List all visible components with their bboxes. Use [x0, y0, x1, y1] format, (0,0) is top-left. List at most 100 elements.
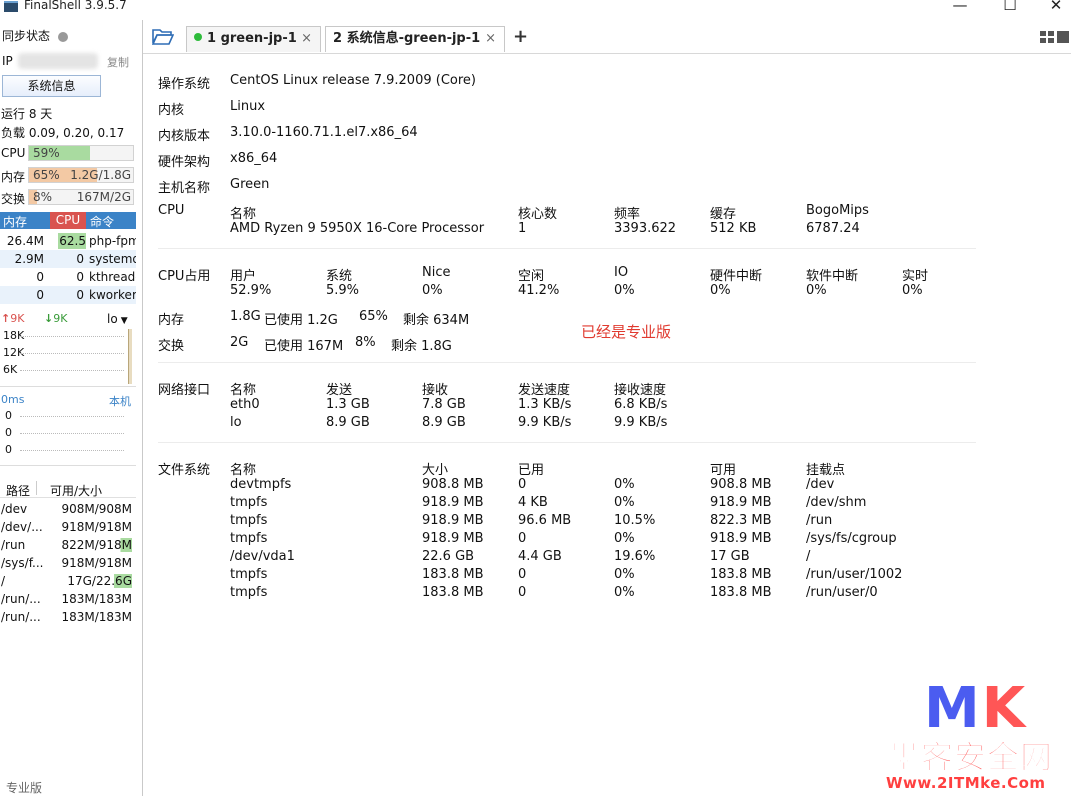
cpu-usage-value: 5.9%: [326, 283, 360, 298]
tab-session-1[interactable]: 1 green-jp-1 ×: [186, 26, 321, 52]
proc-cmd: kworker: [89, 288, 136, 302]
fs-cell: 4.4 GB: [518, 549, 562, 564]
disk-row[interactable]: / 17G/22.6G: [0, 572, 136, 590]
process-row[interactable]: 2.9M 0 systemd: [0, 250, 136, 268]
fs-cell: /run: [806, 513, 833, 528]
disk-col-path[interactable]: 路径: [6, 482, 30, 499]
copy-ip-link[interactable]: 复制: [107, 54, 129, 70]
net-iface-value: lo: [107, 312, 118, 326]
sync-status: 同步状态: [2, 27, 69, 44]
add-tab-button[interactable]: +: [513, 26, 528, 47]
proc-cmd: php-fpm: [89, 234, 136, 248]
disk-path: /run/...: [1, 610, 41, 624]
proc-col-mem[interactable]: 内存: [3, 213, 27, 230]
proc-cpu: 0: [76, 288, 84, 302]
mem-used: 已使用 1.2G: [264, 313, 338, 328]
disk-row[interactable]: /dev 908M/908M: [0, 500, 136, 518]
section-divider: [158, 362, 976, 363]
cpu-usage-value: 0%: [422, 283, 443, 298]
cpu-section-label: CPU: [158, 203, 185, 218]
fs-col-header: 名称: [230, 463, 257, 478]
net-col-header: 接收: [422, 383, 449, 398]
disk-row[interactable]: /run 822M/918M: [0, 536, 136, 554]
fs-cell: tmpfs: [230, 567, 268, 582]
kernel-version-label: 内核版本: [158, 129, 211, 144]
net-col-header: 名称: [230, 383, 257, 398]
net-cell: 8.9 GB: [326, 415, 370, 430]
cpu-usage-header: 实时: [902, 269, 929, 284]
uptime: 运行 8 天: [1, 107, 53, 121]
disk-path: /dev: [1, 502, 28, 516]
latency-value: 0ms: [1, 393, 25, 406]
fs-cell: /dev/vda1: [230, 549, 295, 564]
disk-path: /sys/f...: [1, 556, 44, 570]
fs-cell: 918.9 MB: [710, 531, 772, 546]
grid-line: [20, 450, 124, 451]
swap-meter: 8% 167M/2G: [28, 189, 134, 205]
sync-indicator-icon: [58, 31, 69, 42]
net-col-header: 发送: [326, 383, 353, 398]
sync-label: 同步状态: [2, 29, 51, 43]
process-row[interactable]: 0 0 kworker: [0, 286, 136, 304]
cpu-freq: 3393.622: [614, 221, 677, 236]
cpu-usage-value: 0%: [710, 283, 731, 298]
single-layout-icon[interactable]: [1057, 31, 1069, 43]
fs-cell: 0: [518, 585, 527, 600]
watermark-site-name: 墨客安全网: [887, 738, 1054, 777]
process-row[interactable]: 0 0 kthreadd: [0, 268, 136, 286]
disk-row[interactable]: /run/... 183M/183M: [0, 590, 136, 608]
fs-cell: 0: [518, 567, 527, 582]
grid-line: [20, 433, 124, 434]
folder-open-icon[interactable]: [152, 28, 174, 45]
swap-meter-value: 8%: [33, 190, 53, 204]
proc-col-cpu[interactable]: CPU: [50, 212, 86, 229]
net-down: ↓9K: [44, 312, 67, 325]
cpu-usage-value: 0%: [902, 283, 923, 298]
kernel-version-value: 3.10.0-1160.71.1.el7.x86_64: [230, 125, 418, 140]
os-label: 操作系统: [158, 77, 211, 92]
fs-cell: /run/user/0: [806, 585, 878, 600]
maximize-button[interactable]: ☐: [988, 0, 1032, 14]
app-title: FinalShell 3.9.5.7: [24, 0, 127, 12]
mem-meter-detail: 1.2G/1.8G: [70, 168, 131, 182]
minimize-button[interactable]: —: [938, 0, 982, 14]
arrow-down-icon: ↓: [44, 312, 54, 325]
fs-cell: /sys/fs/cgroup: [806, 531, 897, 546]
latency-tick: 0: [5, 443, 12, 456]
proc-col-cmd[interactable]: 命令: [90, 213, 114, 230]
fs-cell: /run/user/1002: [806, 567, 903, 582]
close-button[interactable]: ✕: [1034, 0, 1071, 14]
fs-cell: 183.8 MB: [710, 585, 772, 600]
net-cell: 1.3 KB/s: [518, 397, 572, 412]
cpu-usage-value: 0%: [806, 283, 827, 298]
fs-cell: 183.8 MB: [422, 585, 484, 600]
disk-row[interactable]: /run/... 183M/183M: [0, 608, 136, 626]
sysinfo-button[interactable]: 系统信息: [2, 75, 101, 97]
cpu-usage-value: 0%: [614, 283, 635, 298]
disk-row[interactable]: /dev/... 918M/918M: [0, 518, 136, 536]
grid-layout-icon[interactable]: [1040, 31, 1054, 43]
grid-line: [20, 416, 124, 417]
fs-cell: 908.8 MB: [710, 477, 772, 492]
process-table-header: 内存 CPU 命令: [0, 212, 136, 229]
disk-row[interactable]: /sys/f... 918M/918M: [0, 554, 136, 572]
cpu-usage-header: Nice: [422, 265, 451, 280]
swap-free: 剩余 1.8G: [391, 339, 452, 354]
fs-cell: 918.9 MB: [710, 495, 772, 510]
disk-col-size[interactable]: 可用/大小: [50, 482, 102, 499]
grid-line: [20, 370, 124, 371]
net-cell: 1.3 GB: [326, 397, 370, 412]
cpu-usage-label: CPU占用: [158, 269, 211, 284]
watermark-url: Www.2ITMke.Com: [886, 774, 1046, 792]
proc-mem: 0: [36, 270, 44, 284]
tab-close-icon[interactable]: ×: [485, 27, 496, 51]
tab-sysinfo[interactable]: 2 系统信息-green-jp-1 ×: [325, 26, 505, 52]
process-row[interactable]: 26.4M 62.5 php-fpm: [0, 232, 136, 250]
disk-size: 183M/183M: [61, 592, 132, 606]
tab-close-icon[interactable]: ×: [301, 27, 312, 51]
net-iface-select[interactable]: lo ▼: [107, 312, 128, 326]
net-cell: lo: [230, 415, 242, 430]
disk-size: 183M/183M: [61, 610, 132, 624]
cpu-col-cache: 缓存: [710, 207, 737, 222]
fs-cell: 183.8 MB: [710, 567, 772, 582]
